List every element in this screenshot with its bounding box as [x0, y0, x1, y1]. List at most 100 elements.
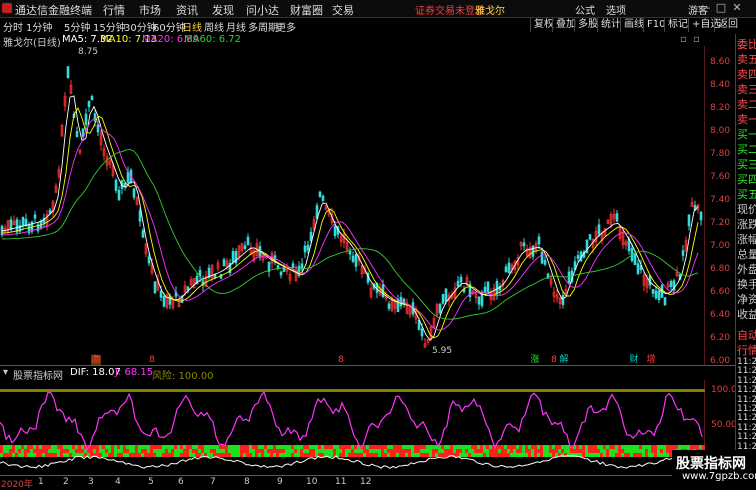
signal-bar	[18, 453, 21, 457]
period-tab-daily[interactable]: 日线	[182, 19, 202, 34]
signal-bar	[99, 445, 102, 449]
j-label: J: 68.15	[115, 367, 154, 378]
signal-bar	[450, 449, 453, 453]
f10-button[interactable]: F10	[643, 18, 665, 32]
signal-bar	[504, 449, 507, 453]
signal-bar	[396, 445, 399, 449]
menu-market-quotes[interactable]: 行情	[103, 2, 125, 18]
signal-bar	[54, 453, 57, 457]
signal-marker: 涨	[530, 355, 540, 365]
candle-body	[318, 191, 322, 197]
period-tab-more[interactable]: 更多	[276, 19, 296, 34]
menu-trade[interactable]: 交易	[332, 2, 354, 18]
mark-button[interactable]: 标记	[664, 18, 688, 32]
signal-bar	[405, 453, 408, 457]
period-tab-60min[interactable]: 60分钟	[153, 19, 186, 34]
signal-bar	[465, 445, 468, 449]
signal-bar	[234, 449, 237, 453]
signal-bar	[99, 453, 102, 457]
moving-average-line	[1, 149, 699, 320]
signal-bar	[555, 449, 558, 453]
signal-bar	[15, 445, 18, 449]
signal-bar	[234, 453, 237, 457]
candlestick-chart[interactable]	[0, 46, 705, 366]
signal-bar	[420, 445, 423, 449]
signal-bar	[348, 449, 351, 453]
period-tab-5min[interactable]: 5分钟	[64, 19, 90, 34]
adjust-button[interactable]: 复权	[530, 18, 554, 32]
signal-bar	[435, 453, 438, 457]
back-button[interactable]: 返回	[714, 18, 738, 32]
stats-button[interactable]: 统计	[597, 18, 621, 32]
signal-bar	[39, 449, 42, 453]
quote-field-label: 委比	[737, 38, 756, 51]
signal-bar	[513, 449, 516, 453]
period-tab-weekly[interactable]: 周线	[204, 19, 224, 34]
candle-body	[459, 276, 463, 283]
chart-close-icon[interactable]: ▫	[693, 34, 700, 45]
menu-market[interactable]: 市场	[139, 2, 161, 18]
signal-bar	[378, 449, 381, 453]
candle-body	[231, 250, 235, 263]
signal-bar	[525, 453, 528, 457]
signal-bar	[381, 449, 384, 453]
candle-body	[537, 236, 541, 245]
price-tick: 6.80	[710, 264, 731, 274]
quote-field-label: 涨跌	[737, 218, 756, 231]
signal-bar	[309, 453, 312, 457]
period-tab-15min[interactable]: 15分钟	[93, 19, 126, 34]
quote-field-label: 买三	[737, 158, 756, 171]
indicator-chart[interactable]	[0, 380, 705, 475]
menu-wealth[interactable]: 财富圈	[290, 2, 323, 18]
menu-options[interactable]: 选项	[606, 2, 626, 17]
signal-bar	[621, 449, 624, 453]
candle-body	[495, 280, 499, 295]
signal-bar	[522, 445, 525, 449]
signal-bar	[75, 449, 78, 453]
maximize-icon[interactable]: □	[714, 1, 728, 15]
period-tab-multi[interactable]: 多周期	[248, 19, 278, 34]
signal-bar	[525, 445, 528, 449]
signal-bar	[354, 445, 357, 449]
close-icon[interactable]: ✕	[730, 1, 744, 15]
menu-discover[interactable]: 发现	[212, 2, 234, 18]
signal-bar	[297, 449, 300, 453]
period-tab-intraday[interactable]: 分时	[3, 19, 23, 34]
chart-settings-icon[interactable]: ▫	[680, 34, 687, 45]
signal-bar	[138, 445, 141, 449]
menu-news[interactable]: 资讯	[176, 2, 198, 18]
draw-button[interactable]: 画线	[620, 18, 644, 32]
menu-formula[interactable]: 公式	[575, 2, 595, 17]
signal-bar	[615, 453, 618, 457]
signal-bar	[285, 449, 288, 453]
price-tick: 7.00	[710, 241, 731, 251]
candle-body	[663, 297, 667, 306]
signal-bar	[654, 449, 657, 453]
price-tick: 7.80	[710, 149, 731, 159]
signal-bar	[3, 453, 6, 457]
signal-bar	[72, 453, 75, 457]
menu-ask[interactable]: 问小达	[246, 2, 279, 18]
signal-bar	[177, 449, 180, 453]
time-axis: 2020年 1 2 3 4 5 6 7 8 9 10 11 12	[0, 475, 705, 490]
signal-bar	[261, 449, 264, 453]
signal-bar	[3, 445, 6, 449]
period-tab-1min[interactable]: 1分钟	[26, 19, 52, 34]
period-tab-30min[interactable]: 30分钟	[124, 19, 157, 34]
candle-body	[651, 289, 655, 294]
signal-bar	[168, 449, 171, 453]
signal-bar	[192, 449, 195, 453]
multi-stock-button[interactable]: 多股	[574, 18, 598, 32]
signal-bar	[111, 445, 114, 449]
minimize-icon[interactable]: —	[698, 1, 712, 15]
period-tab-monthly[interactable]: 月线	[226, 19, 246, 34]
signal-bar	[63, 453, 66, 457]
signal-bar	[120, 445, 123, 449]
indicator-settings-icon[interactable]: ▾	[3, 367, 8, 378]
signal-bar	[342, 445, 345, 449]
signal-bar	[270, 445, 273, 449]
signal-bar	[693, 445, 696, 449]
signal-bar	[63, 445, 66, 449]
signal-bar	[291, 449, 294, 453]
overlay-button[interactable]: 叠加	[552, 18, 576, 32]
